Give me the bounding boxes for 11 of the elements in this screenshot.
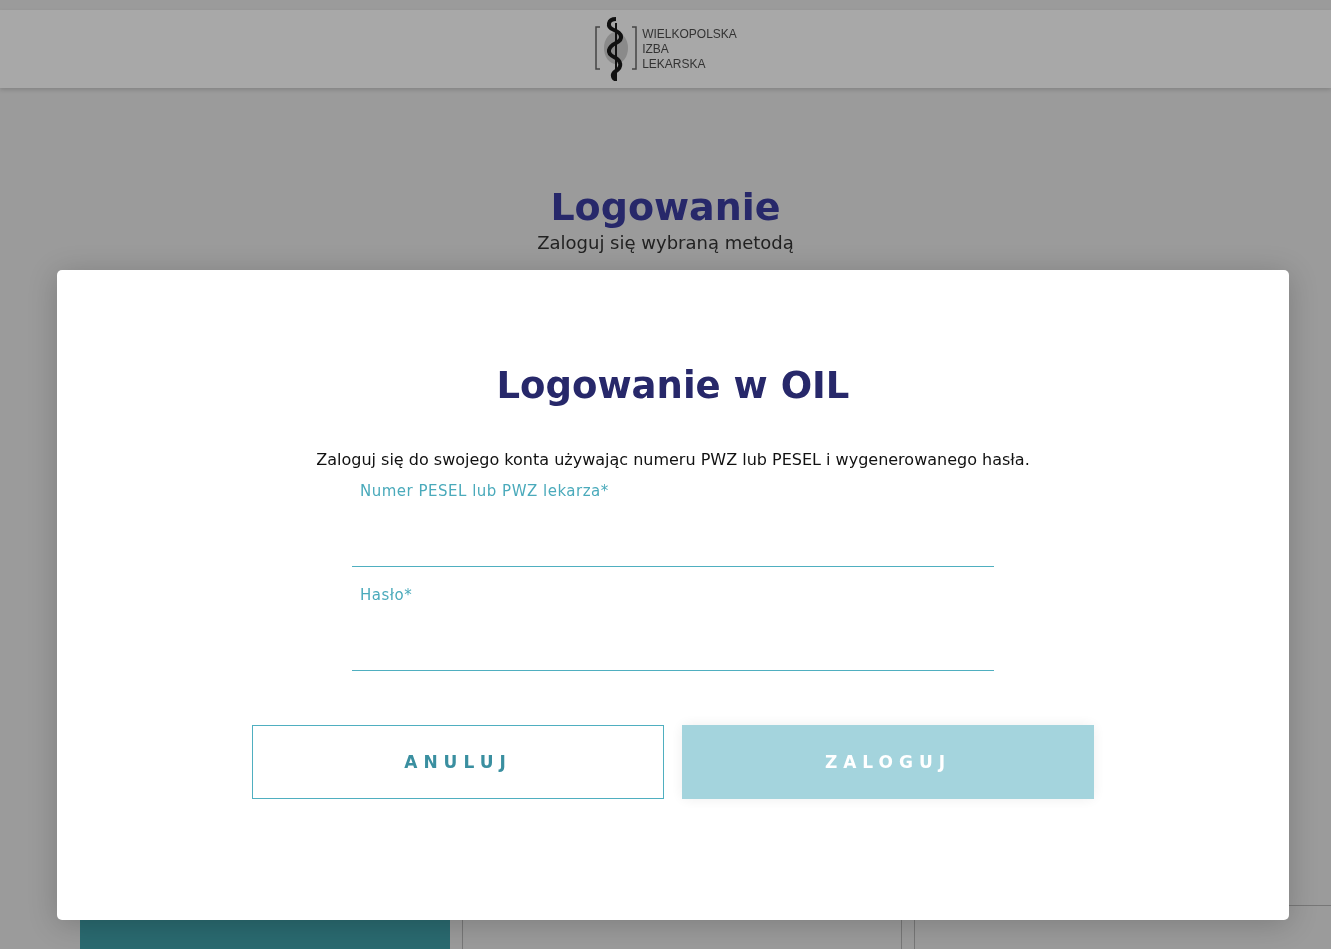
input-field[interactable]: Hasło* [352, 585, 994, 671]
logo-text: IZBA [642, 41, 670, 57]
page-subtitle: Zaloguj się wybraną metodą [537, 232, 794, 254]
page-title: Logowanie [550, 184, 781, 230]
dialog-title: Logowanie w OIL [496, 363, 850, 409]
dialog-description: Zaloguj się do swojego konta używając numeru PWZ lub PESEL i wygenerowanego hasła. [316, 449, 1030, 471]
input-field[interactable]: Numer PESEL lub PWZ lekarza* [352, 481, 994, 567]
logo-text: WIELKOPOLSKA [642, 26, 737, 42]
caduceus-logo-icon [594, 15, 639, 83]
logo-text: LEKARSKA [642, 56, 707, 72]
cancel-button[interactable]: ANULUJ [252, 725, 664, 799]
